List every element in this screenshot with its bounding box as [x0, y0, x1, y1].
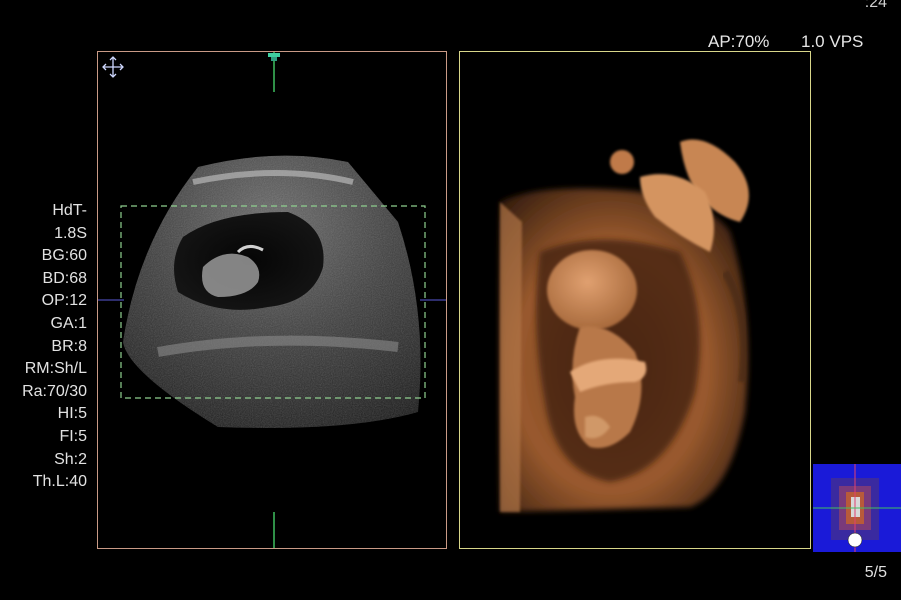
volume-render-panel[interactable]	[459, 51, 811, 549]
imaging-parameters: HdT- 1.8S BG:60 BD:68 OP:12 GA:1 BR:8 RM…	[0, 200, 87, 494]
orientation-cube-icon[interactable]	[813, 464, 901, 552]
param-speed: 1.8S	[54, 224, 87, 242]
page-indicator: 5/5	[864, 564, 887, 581]
param-hi: HI:5	[57, 405, 87, 423]
param-bd: BD:68	[42, 269, 87, 287]
crosshair-move-icon[interactable]	[100, 54, 126, 80]
param-sh: Sh:2	[54, 450, 87, 468]
param-fi: FI:5	[59, 427, 87, 445]
param-br: BR:8	[51, 337, 87, 355]
param-ga: GA:1	[50, 314, 87, 332]
param-bg: BG:60	[41, 247, 87, 265]
volume-rate-readout: 1.0 VPS	[801, 32, 864, 51]
param-ra: Ra:70/30	[22, 382, 87, 400]
param-thl: Th.L:40	[32, 473, 87, 491]
top-clipped-value: :24	[864, 0, 887, 11]
orientation-indicator[interactable]	[813, 464, 901, 552]
fetus-head	[547, 250, 637, 330]
param-rm: RM:Sh/L	[24, 360, 87, 378]
bmode-image-panel[interactable]	[97, 51, 447, 549]
top-marker-icon[interactable]	[267, 52, 281, 62]
volume-render-image	[500, 139, 749, 512]
param-op: OP:12	[41, 292, 87, 310]
param-hdt: HdT-	[52, 202, 87, 219]
bmode-image	[98, 52, 446, 548]
acoustic-power-readout: AP:70%	[708, 32, 770, 51]
